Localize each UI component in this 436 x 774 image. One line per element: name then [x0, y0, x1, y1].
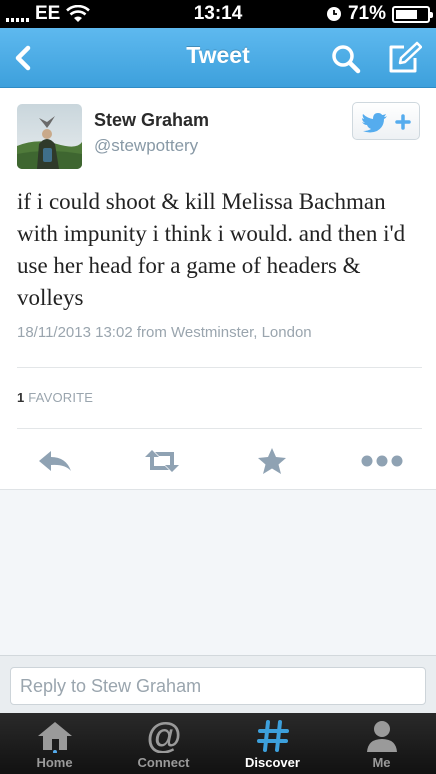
search-icon[interactable]	[330, 43, 362, 75]
battery-percent: 71%	[347, 3, 386, 24]
hashtag-icon	[257, 720, 289, 752]
tweet-text: if i could shoot & kill Melissa Bachman …	[17, 189, 406, 310]
reply-icon[interactable]	[36, 446, 74, 476]
battery-level-fill	[396, 9, 417, 19]
home-icon	[38, 722, 72, 753]
status-right: 71%	[326, 3, 433, 25]
retweet-icon[interactable]	[143, 446, 181, 476]
more-options-icon[interactable]	[360, 446, 404, 476]
tab-connect[interactable]: @ Connect	[109, 713, 218, 774]
favorite-count-number: 1	[17, 390, 25, 405]
tab-me[interactable]: Me	[327, 713, 436, 774]
author-handle[interactable]: @stewpottery	[94, 136, 198, 156]
tab-bar: Home @ Connect Discover Me	[0, 713, 436, 774]
tab-label: Discover	[245, 755, 300, 770]
tab-home[interactable]: Home	[0, 713, 109, 774]
author-name[interactable]: Stew Graham	[94, 110, 209, 131]
svg-text:@: @	[146, 719, 181, 753]
battery-icon	[392, 5, 433, 23]
alarm-clock-icon	[326, 7, 341, 21]
follow-button[interactable]	[352, 102, 420, 140]
tab-label: Connect	[137, 755, 190, 770]
divider	[17, 428, 422, 429]
tweet-actions	[0, 438, 436, 482]
reply-input[interactable]: Reply to Stew Graham	[10, 667, 426, 705]
favorite-count-label: FAVORITE	[28, 390, 94, 405]
tab-discover[interactable]: Discover	[218, 713, 327, 774]
tweet-timestamp-location[interactable]: 18/11/2013 13:02 from Westminster, Londo…	[17, 324, 312, 341]
tab-label: Home	[36, 755, 73, 770]
status-bar: EE 13:14 71%	[0, 0, 436, 28]
compose-icon[interactable]	[386, 41, 422, 75]
at-icon: @	[146, 719, 181, 753]
twitter-bird-plus-icon	[362, 113, 411, 133]
reply-bar: Reply to Stew Graham	[0, 655, 436, 713]
star-icon[interactable]	[253, 446, 291, 476]
tab-label: Me	[372, 755, 391, 770]
divider	[17, 367, 422, 368]
person-icon	[367, 721, 397, 752]
favorites-count[interactable]: 1 FAVORITE	[17, 390, 93, 405]
avatar[interactable]	[17, 104, 82, 169]
tweet-card: Stew Graham @stewpottery if i could shoo…	[0, 88, 436, 490]
page-title: Tweet	[186, 42, 250, 68]
navigation-bar: Tweet	[0, 28, 436, 88]
